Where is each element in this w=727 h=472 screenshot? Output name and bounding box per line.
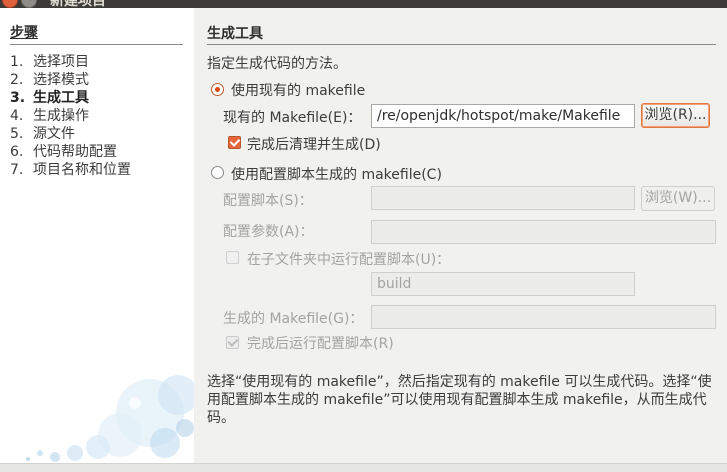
run-in-subfolder-checkbox[interactable] <box>226 251 239 264</box>
help-text: 选择“使用现有的 makefile”，然后指定现有的 makefile 可以生成… <box>207 374 712 426</box>
panel-description: 指定生成代码的方法。 <box>207 56 347 72</box>
browse-makefile-button[interactable]: 浏览(R)... <box>641 103 710 128</box>
step-item: 2. 选择模式 <box>10 72 89 88</box>
steps-title: 步骤 <box>10 22 183 45</box>
existing-makefile-label: 现有的 Makefile(E)： <box>223 110 362 126</box>
window-title: 新建项目 <box>50 0 106 8</box>
configure-script-input[interactable] <box>371 186 635 210</box>
existing-makefile-input[interactable]: /re/openjdk/hotspot/make/Makefile <box>371 104 635 128</box>
clean-and-build-checkbox[interactable] <box>228 136 241 149</box>
generated-makefile-input[interactable] <box>371 305 716 329</box>
configure-args-input[interactable] <box>371 220 716 244</box>
step-item-current: 3. 生成工具 <box>10 90 89 106</box>
step-item: 4. 生成操作 <box>10 108 89 124</box>
use-existing-makefile-label: 使用现有的 makefile <box>231 83 366 99</box>
panel-title: 生成工具 <box>207 23 716 45</box>
configure-script-label: 配置脚本(S)： <box>223 193 313 209</box>
step-item: 1. 选择项目 <box>10 54 89 70</box>
decorative-bubbles-image <box>26 375 194 462</box>
step-item: 7. 项目名称和位置 <box>10 162 131 178</box>
browse-configure-script-button[interactable]: 浏览(W)... <box>641 186 715 211</box>
use-configure-script-radio[interactable] <box>211 166 224 179</box>
build-tool-panel: 生成工具 指定生成代码的方法。 使用现有的 makefile 现有的 Makef… <box>195 8 727 463</box>
step-item: 6. 代码帮助配置 <box>10 144 117 160</box>
use-configure-script-label: 使用配置脚本生成的 makefile(C) <box>231 167 442 183</box>
close-icon[interactable] <box>2 0 18 8</box>
generated-makefile-label: 生成的 Makefile(G)： <box>223 311 364 327</box>
run-configure-after-label: 完成后运行配置脚本(R) <box>247 336 394 352</box>
run-in-subfolder-label: 在子文件夹中运行配置脚本(U)： <box>247 252 451 268</box>
use-existing-makefile-radio[interactable] <box>211 83 224 96</box>
run-configure-after-checkbox[interactable] <box>226 336 239 349</box>
window-titlebar: 新建项目 <box>0 0 727 8</box>
clean-and-build-label: 完成后清理并生成(D) <box>247 137 381 153</box>
minimize-icon[interactable] <box>21 0 37 8</box>
step-item: 5. 源文件 <box>10 126 75 142</box>
subfolder-input[interactable]: build <box>371 272 635 296</box>
steps-list: 1. 选择项目 2. 选择模式 3. 生成工具 4. 生成操作 5. 源文件 6. 代码帮助… <box>10 53 131 179</box>
configure-args-label: 配置参数(A)： <box>223 224 314 240</box>
steps-sidebar: 步骤 1. 选择项目 2. 选择模式 3. 生成工具 4. 生成操作 5. 源文件 6. 代… <box>0 8 194 463</box>
